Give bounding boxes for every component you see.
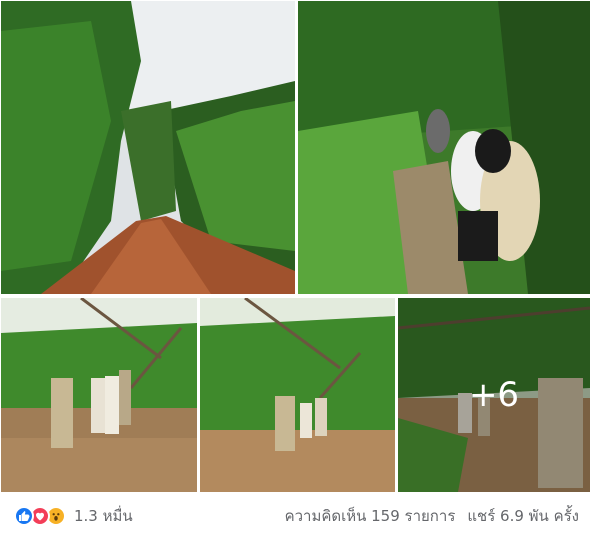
photo-more[interactable]: +6	[398, 298, 590, 492]
reactions-summary[interactable]: 1.3 หมื่น	[14, 504, 133, 528]
shares-count-link[interactable]: แชร์ 6.9 พัน ครั้ง	[467, 504, 579, 528]
comments-count-link[interactable]: ความคิดเห็น 159 รายการ	[285, 504, 456, 528]
like-icon	[14, 506, 34, 526]
post-footer: 1.3 หมื่น ความคิดเห็น 159 รายการ แชร์ 6.…	[0, 496, 591, 536]
photo-forest-road[interactable]	[1, 1, 295, 294]
forest-road-image	[1, 1, 295, 294]
floodwater-walk-image	[200, 298, 395, 492]
post-stats: ความคิดเห็น 159 รายการ แชร์ 6.9 พัน ครั้…	[285, 504, 579, 528]
reaction-count: 1.3 หมื่น	[74, 507, 133, 525]
photo-river-crossing[interactable]	[1, 298, 197, 492]
stream-wading-image	[298, 1, 590, 294]
river-crossing-image	[1, 298, 197, 492]
photo-stream-wading[interactable]	[298, 1, 590, 294]
more-photos-count: +6	[398, 298, 590, 492]
photo-floodwater-walk[interactable]	[200, 298, 395, 492]
